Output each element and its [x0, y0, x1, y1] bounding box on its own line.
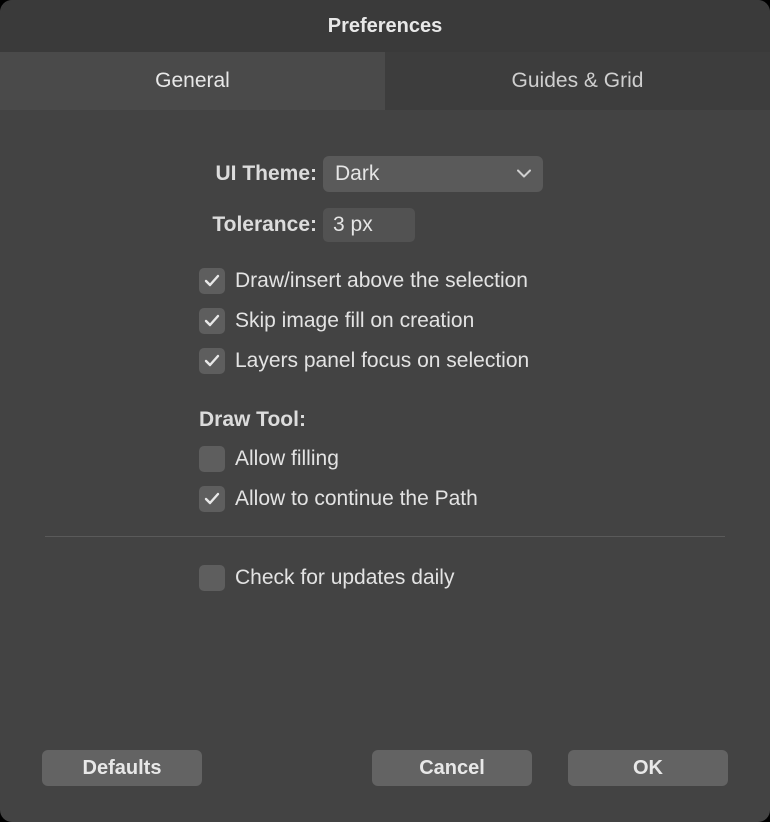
ui-theme-label: UI Theme:	[199, 162, 317, 186]
tolerance-label: Tolerance:	[199, 213, 317, 237]
ui-theme-value: Dark	[335, 162, 379, 186]
check-updates-row: Check for updates daily	[199, 565, 725, 591]
tolerance-value: 3 px	[333, 213, 373, 237]
tab-general-label: General	[155, 69, 230, 93]
tab-guides-grid[interactable]: Guides & Grid	[385, 52, 770, 110]
defaults-button[interactable]: Defaults	[42, 750, 202, 786]
checkmark-icon	[203, 312, 221, 330]
layers-focus-label: Layers panel focus on selection	[235, 349, 529, 373]
tolerance-input[interactable]: 3 px	[323, 208, 415, 242]
allow-continue-row: Allow to continue the Path	[199, 486, 725, 512]
check-updates-checkbox[interactable]	[199, 565, 225, 591]
window-title: Preferences	[328, 15, 443, 38]
ui-theme-row: UI Theme: Dark	[45, 156, 725, 192]
divider	[45, 536, 725, 537]
ok-button[interactable]: OK	[568, 750, 728, 786]
general-pane: UI Theme: Dark Tolerance: 3 px Draw/inse…	[0, 110, 770, 822]
allow-filling-row: Allow filling	[199, 446, 725, 472]
allow-filling-checkbox[interactable]	[199, 446, 225, 472]
tolerance-row: Tolerance: 3 px	[45, 208, 725, 242]
skip-image-fill-row: Skip image fill on creation	[199, 308, 725, 334]
skip-image-fill-label: Skip image fill on creation	[235, 309, 474, 333]
footer: Defaults Cancel OK	[42, 750, 728, 786]
checkmark-icon	[203, 352, 221, 370]
allow-continue-label: Allow to continue the Path	[235, 487, 478, 511]
layers-focus-checkbox[interactable]	[199, 348, 225, 374]
tab-guides-grid-label: Guides & Grid	[512, 69, 644, 93]
checkmark-icon	[203, 272, 221, 290]
titlebar: Preferences	[0, 0, 770, 52]
layers-focus-row: Layers panel focus on selection	[199, 348, 725, 374]
cancel-button-label: Cancel	[419, 757, 485, 780]
draw-above-label: Draw/insert above the selection	[235, 269, 528, 293]
cancel-button[interactable]: Cancel	[372, 750, 532, 786]
ok-button-label: OK	[633, 757, 663, 780]
tab-general[interactable]: General	[0, 52, 385, 110]
draw-above-checkbox[interactable]	[199, 268, 225, 294]
ui-theme-select[interactable]: Dark	[323, 156, 543, 192]
allow-continue-checkbox[interactable]	[199, 486, 225, 512]
check-updates-label: Check for updates daily	[235, 566, 454, 590]
tab-bar: General Guides & Grid	[0, 52, 770, 110]
preferences-window: Preferences General Guides & Grid UI The…	[0, 0, 770, 822]
draw-tool-heading: Draw Tool:	[199, 408, 725, 432]
skip-image-fill-checkbox[interactable]	[199, 308, 225, 334]
checkmark-icon	[203, 490, 221, 508]
draw-above-row: Draw/insert above the selection	[199, 268, 725, 294]
defaults-button-label: Defaults	[83, 757, 162, 780]
chevron-down-icon	[517, 170, 531, 179]
allow-filling-label: Allow filling	[235, 447, 339, 471]
